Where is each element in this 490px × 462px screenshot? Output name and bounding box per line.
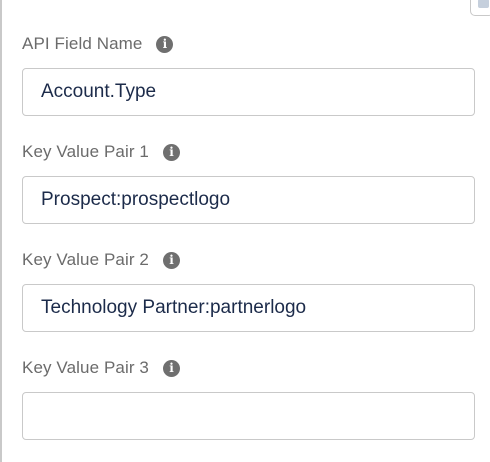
key-value-pair-3-input[interactable] <box>22 392 475 440</box>
key-value-pair-2-input[interactable] <box>22 284 475 332</box>
field-label-row: API Field Name i <box>22 32 476 56</box>
key-value-pair-2-field: Key Value Pair 2 i <box>22 248 476 332</box>
key-value-pair-3-label: Key Value Pair 3 <box>22 358 149 377</box>
field-label-row: Key Value Pair 1 i <box>22 140 476 164</box>
field-label-row: Key Value Pair 2 i <box>22 248 476 272</box>
settings-panel: API Field Name i Key Value Pair 1 i Key … <box>0 0 490 462</box>
key-value-pair-3-field: Key Value Pair 3 i <box>22 356 476 440</box>
info-icon[interactable]: i <box>162 251 180 269</box>
api-field-name-input[interactable] <box>22 68 475 116</box>
tab-icon <box>478 0 489 8</box>
key-value-pair-1-field: Key Value Pair 1 i <box>22 140 476 224</box>
key-value-pair-1-label: Key Value Pair 1 <box>22 142 149 161</box>
field-label-row: Key Value Pair 3 i <box>22 356 476 380</box>
api-field-name-label: API Field Name <box>22 34 143 53</box>
info-icon[interactable]: i <box>162 143 180 161</box>
key-value-pair-1-input[interactable] <box>22 176 475 224</box>
panel-corner-tab[interactable] <box>470 0 490 16</box>
key-value-pair-2-label: Key Value Pair 2 <box>22 250 149 269</box>
info-icon[interactable]: i <box>162 359 180 377</box>
api-field-name-field: API Field Name i <box>22 32 476 116</box>
info-icon[interactable]: i <box>156 35 174 53</box>
